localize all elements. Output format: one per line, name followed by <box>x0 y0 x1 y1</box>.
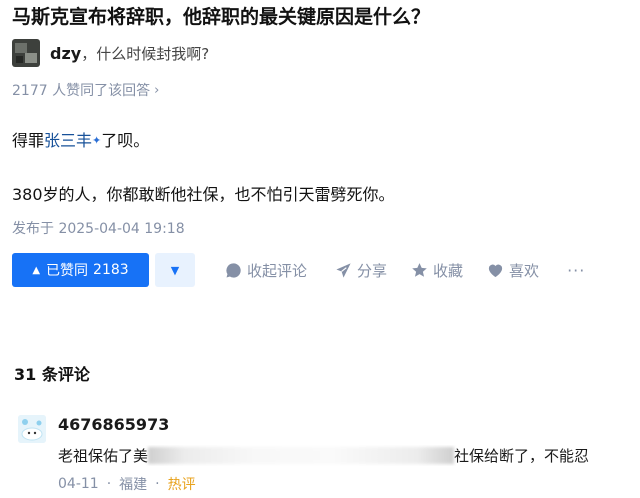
action-bar: ▲ 已赞同 2183 ▼ 收起评论 分享 收藏 喜欢 ··· <box>12 253 585 287</box>
commenter-name[interactable]: 4676865973 <box>58 415 169 434</box>
comment-location: 福建 <box>119 477 148 493</box>
comment-meta: 04-11 · 福建 · 热评 <box>58 474 196 494</box>
answer-text: 得罪 <box>12 131 45 150</box>
collapse-comments-label: 收起评论 <box>247 261 308 280</box>
sparkle-icon: ✦ <box>92 134 102 147</box>
comment-bubble-icon <box>226 262 241 278</box>
like-label: 喜欢 <box>509 261 540 280</box>
heart-icon <box>488 264 503 277</box>
collapse-comments-button[interactable]: 收起评论 <box>225 260 307 281</box>
share-label: 分享 <box>357 261 388 280</box>
comment-item: 4676865973 老祖保佑了美 社保给断了，不能忍 04-11 · 福建 · … <box>18 412 640 498</box>
meta-separator: · <box>106 476 112 492</box>
share-button[interactable]: 分享 <box>335 260 387 281</box>
author-bio: 什么时候封我啊? <box>96 44 210 63</box>
comment-text-end: 社保给断了，不能忍 <box>454 447 590 465</box>
question-title[interactable]: 马斯克宣布将辞职，他辞职的最关键原因是什么？ <box>12 4 632 30</box>
author-name[interactable]: dzy <box>50 44 81 63</box>
published-time: 发布于 2025-04-04 19:18 <box>12 221 185 237</box>
upvote-label: 已赞同 <box>46 263 89 279</box>
like-button[interactable]: 喜欢 <box>487 260 539 281</box>
votes-summary-text: 2177 人赞同了该回答 <box>12 83 151 99</box>
favorite-label: 收藏 <box>433 261 464 280</box>
comment-date: 04-11 <box>58 476 99 492</box>
upvote-triangle-icon: ▲ <box>32 264 41 276</box>
comment-text: 老祖保佑了美 社保给断了，不能忍 <box>58 445 640 466</box>
hot-comment-badge: 热评 <box>167 477 196 493</box>
downvote-button[interactable]: ▼ <box>155 253 195 287</box>
votes-summary[interactable]: 2177 人赞同了该回答 › <box>12 80 159 100</box>
meta-separator: · <box>155 476 160 492</box>
cartoon-avatar-icon <box>18 415 46 443</box>
chevron-right-icon: › <box>154 82 160 98</box>
upvote-count: 2183 <box>93 262 129 278</box>
comment-text-start: 老祖保佑了美 <box>58 447 149 465</box>
author-separator: ， <box>81 44 97 63</box>
upvote-button[interactable]: ▲ 已赞同 2183 <box>12 253 149 287</box>
answer-paragraph-1: 得罪张三丰✦了呗。 <box>12 130 149 152</box>
author-avatar[interactable] <box>12 39 40 67</box>
answer-paragraph-2: 380岁的人，你都敢断他社保，也不怕引天雷劈死你。 <box>12 185 395 204</box>
comments-count-title: 31 条评论 <box>14 365 90 384</box>
more-options-icon[interactable]: ··· <box>567 261 585 280</box>
downvote-triangle-icon: ▼ <box>170 263 180 277</box>
favorite-button[interactable]: 收藏 <box>411 260 463 281</box>
mention-link[interactable]: 张三丰 <box>44 131 92 150</box>
blurred-text-region <box>148 447 455 464</box>
share-plane-icon <box>336 262 351 278</box>
answer-text: 了呗。 <box>101 131 150 150</box>
commenter-avatar[interactable] <box>18 415 46 443</box>
star-icon <box>412 262 427 277</box>
author-row: dzy ， 什么时候封我啊? <box>12 39 209 67</box>
